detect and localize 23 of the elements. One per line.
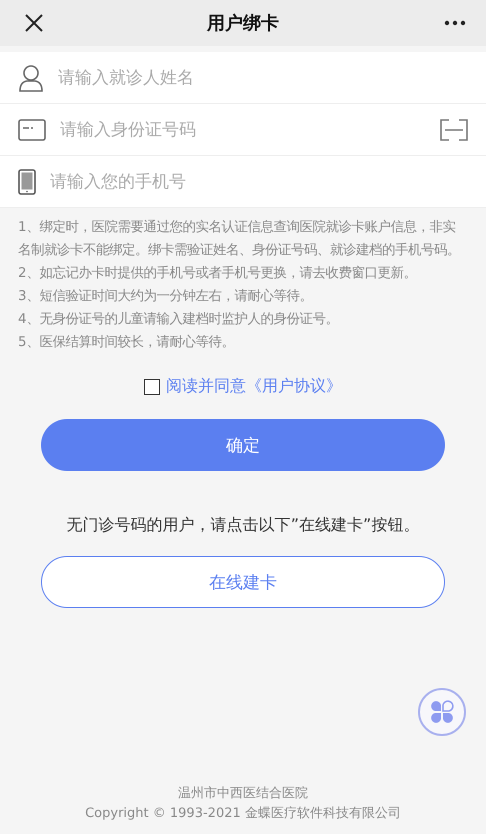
close-icon[interactable] xyxy=(24,13,44,33)
phone-icon xyxy=(18,168,36,194)
online-card-button[interactable]: 在线建卡 xyxy=(41,556,445,608)
note-text: 5、医保结算时间较长，请耐心等待。 xyxy=(18,334,236,352)
note-text: 1、绑定时，医院需要通过您的实名认证信息查询医院就诊卡账户信息，非实名制就诊卡不能绑定。绑卡需验证姓名、身份证号码、就诊建档的手机号码。 xyxy=(18,218,461,260)
footer-text: Copyright © 1993-2021 金蝶医疗软件科技有限公司 xyxy=(84,805,402,823)
note-text: 3、短信验证时间大约为一分钟左右，请耐心等待。 xyxy=(18,288,314,306)
input-field[interactable]: 请输入身份证号码 xyxy=(60,114,426,144)
note-text: 2、如忘记办卡时提供的手机号或者手机号更换，请去收费窗口更新。 xyxy=(18,264,418,283)
more-icon[interactable] xyxy=(444,20,466,26)
input-field[interactable]: 请输入就诊人姓名 xyxy=(58,62,468,92)
agreement-link[interactable]: 阅读并同意《用户协议》 xyxy=(166,376,342,397)
input-field[interactable]: 请输入您的手机号 xyxy=(50,166,468,196)
hint-text: 无门诊号码的用户，请点击以下”在线建卡”按钮。 xyxy=(66,515,420,536)
page-title: 用户绑卡 xyxy=(207,12,279,35)
footer-text: 温州市中西医结合医院 xyxy=(177,785,309,803)
checkbox[interactable] xyxy=(144,378,160,394)
confirm-button[interactable]: 确定 xyxy=(41,419,445,471)
person-icon xyxy=(18,64,44,92)
card-icon xyxy=(18,118,46,140)
note-text: 4、无身份证号的儿童请输入建档时监护人的身份证号。 xyxy=(18,310,340,329)
clover-icon xyxy=(429,699,455,725)
scan-icon[interactable] xyxy=(440,118,468,140)
